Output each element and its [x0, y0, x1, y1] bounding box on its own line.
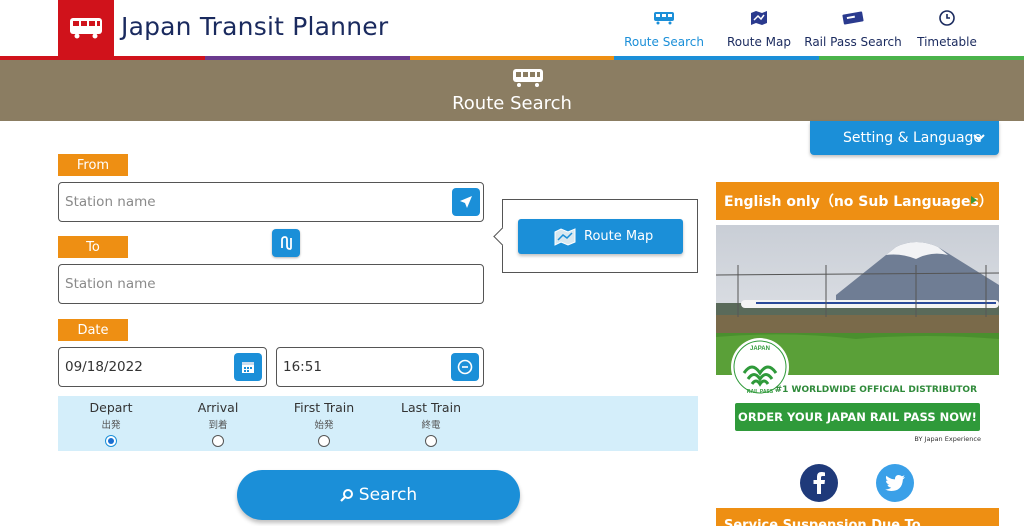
radio-depart[interactable]: [105, 435, 117, 447]
swap-icon: [281, 236, 292, 250]
nav-route-map[interactable]: Route Map: [726, 0, 792, 56]
option-label: Arrival: [197, 400, 239, 415]
svg-text:JAPAN: JAPAN: [750, 346, 770, 352]
route-map-button[interactable]: Route Map: [518, 219, 683, 254]
page-title: Route Search: [452, 93, 572, 114]
clock-icon: [457, 359, 473, 375]
radio-first-train[interactable]: [318, 435, 330, 447]
option-last-train[interactable]: Last Train 終電: [386, 400, 476, 447]
time-picker-button[interactable]: [451, 353, 479, 381]
search-label: Search: [358, 485, 418, 505]
route-map-label: Route Map: [584, 229, 654, 244]
option-label: First Train: [293, 400, 355, 415]
train-logo-icon: [70, 18, 102, 39]
order-rail-pass-button[interactable]: ORDER YOUR JAPAN RAIL PASS NOW!: [735, 403, 980, 431]
nav-rail-pass-search[interactable]: Rail Pass Search: [804, 0, 902, 56]
from-label: From: [58, 154, 128, 176]
nav-timetable[interactable]: Timetable: [917, 0, 977, 56]
option-label: Last Train: [400, 400, 461, 415]
twitter-button[interactable]: [876, 464, 914, 502]
location-arrow-icon: [460, 196, 472, 208]
settings-label: Setting & Language: [843, 130, 983, 146]
map-icon: [554, 227, 576, 246]
ad-distributor: #1 WORLDWIDE OFFICIAL DISTRIBUTOR: [774, 385, 977, 395]
option-label-jp: 到着: [208, 420, 228, 431]
calendar-button[interactable]: [234, 353, 262, 381]
facebook-icon: [813, 472, 825, 494]
app-header: Japan Transit Planner Route Search Route…: [0, 0, 1024, 56]
app-logo[interactable]: [58, 0, 114, 56]
facebook-button[interactable]: [800, 464, 838, 502]
ad-by-line: BY Japan Experience: [914, 435, 981, 443]
date-label: Date: [58, 319, 128, 341]
option-label-jp: 終電: [421, 420, 441, 431]
time-value: 16:51: [283, 359, 322, 375]
option-label: Depart: [89, 400, 133, 415]
search-button[interactable]: Search: [237, 470, 520, 520]
service-notice-heading[interactable]: Service Suspension Due To: [716, 508, 999, 526]
ad-heading-text: English only（no Sub Languages）: [724, 194, 993, 210]
calendar-icon: [242, 362, 254, 373]
radio-arrival[interactable]: [212, 435, 224, 447]
clock-icon: [938, 9, 956, 27]
train-icon: [511, 68, 545, 92]
from-station-field[interactable]: Station name: [58, 182, 484, 222]
time-field[interactable]: 16:51: [276, 347, 484, 387]
to-placeholder: Station name: [65, 276, 156, 292]
page-banner: Route Search: [0, 60, 1024, 121]
to-label: To: [58, 236, 128, 258]
nav-route-search[interactable]: Route Search: [624, 0, 704, 56]
option-label-jp: 出発: [101, 420, 121, 431]
nav-label: Timetable: [917, 35, 977, 49]
nav-label: Rail Pass Search: [804, 35, 902, 49]
chevron-down-icon: [973, 134, 985, 142]
nav-label: Route Search: [624, 35, 704, 49]
service-notice-text: Service Suspension Due To: [724, 518, 921, 526]
ticket-icon: [842, 9, 864, 27]
ad-heading[interactable]: English only（no Sub Languages）: [716, 182, 999, 220]
departure-type-options: Depart 出発 Arrival 到着 First Train 始発 Last…: [58, 396, 698, 451]
option-arrival[interactable]: Arrival 到着: [173, 400, 263, 447]
swap-stations-button[interactable]: [272, 229, 300, 257]
app-title: Japan Transit Planner: [121, 12, 389, 41]
map-icon: [750, 9, 768, 27]
from-placeholder: Station name: [65, 194, 156, 210]
option-depart[interactable]: Depart 出発: [66, 400, 156, 447]
arrow-right-icon: [971, 196, 977, 204]
date-field[interactable]: 09/18/2022: [58, 347, 267, 387]
nav-label: Route Map: [727, 35, 791, 49]
to-station-field[interactable]: Station name: [58, 264, 484, 304]
option-label-jp: 始発: [314, 420, 334, 431]
option-first-train[interactable]: First Train 始発: [279, 400, 369, 447]
location-button[interactable]: [452, 188, 480, 216]
date-value: 09/18/2022: [65, 359, 143, 375]
japan-rail-pass-ad[interactable]: JAPAN RAIL PASS #1 WORLDWIDE OFFICIAL DI…: [716, 225, 999, 452]
train-icon: [653, 9, 675, 27]
twitter-icon: [885, 475, 905, 491]
search-icon: [340, 489, 353, 502]
radio-last-train[interactable]: [425, 435, 437, 447]
setting-language-button[interactable]: Setting & Language: [810, 121, 999, 155]
